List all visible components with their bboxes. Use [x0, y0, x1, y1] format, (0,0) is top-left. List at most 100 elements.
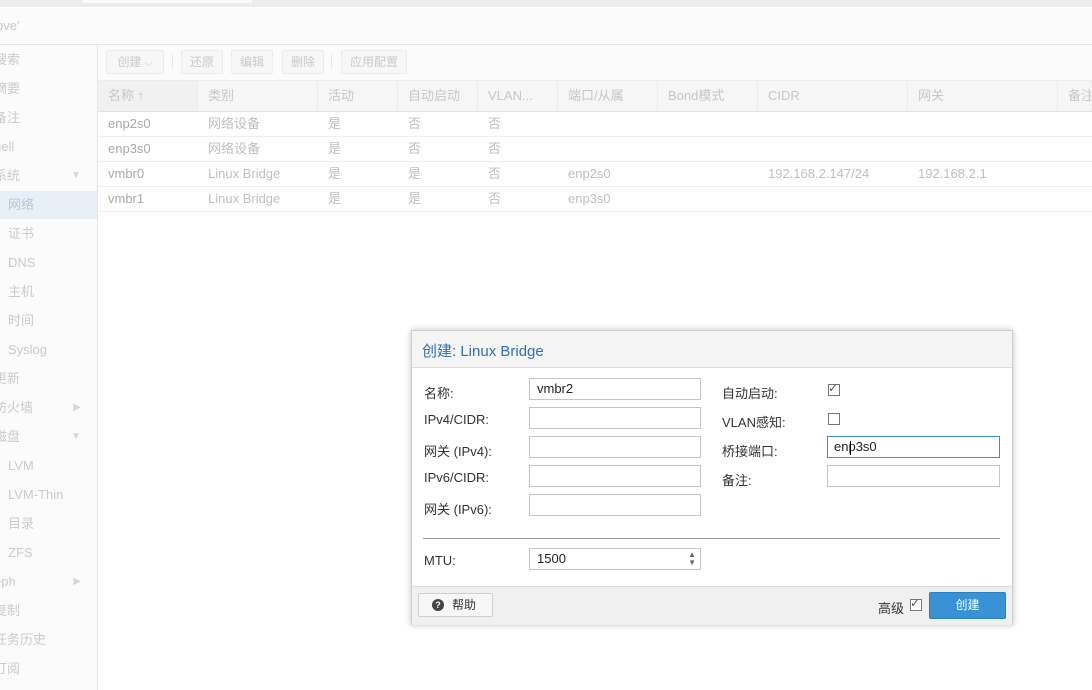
vlan-aware-checkbox[interactable]	[828, 413, 840, 425]
table-cell: 否	[408, 141, 422, 156]
sidebar-item-label: 证书	[8, 226, 35, 241]
sidebar-item-label: eph	[0, 574, 16, 589]
spinner-arrows-icon[interactable]: ▲ ▼	[688, 551, 696, 567]
edit-button[interactable]: 编辑	[231, 50, 273, 74]
table-cell: 是	[408, 166, 422, 181]
table-row[interactable]: enp3s0 网络设备 是 否 否	[98, 136, 1092, 162]
dialog-title-bar[interactable]: 创建: Linux Bridge	[412, 331, 1012, 368]
sidebar-item[interactable]: DNS	[0, 249, 97, 277]
chevron-right-icon[interactable]: ▶	[73, 394, 81, 422]
column-header[interactable]: CIDR	[758, 81, 908, 111]
sidebar-item-label: 订阅	[0, 661, 21, 676]
advanced-checkbox[interactable]: ✓	[910, 596, 922, 611]
sidebar-item-label: 主机	[8, 284, 35, 299]
sidebar-item[interactable]: Syslog	[0, 336, 97, 364]
bridge-ports-label: 桥接端口:	[722, 444, 778, 459]
sidebar-item[interactable]: 证书	[0, 220, 97, 248]
column-header[interactable]: 活动	[318, 81, 398, 111]
table-cell: 是	[328, 166, 342, 181]
table-cell	[1058, 136, 1092, 161]
browser-tab	[82, 0, 252, 3]
gateway-ipv6-label: 网关 (IPv6):	[424, 502, 492, 517]
column-header[interactable]: Bond模式	[658, 81, 758, 111]
table-cell: 否	[408, 116, 422, 131]
sidebar-item[interactable]: 主机	[0, 278, 97, 306]
sidebar-item[interactable]: 时间	[0, 307, 97, 335]
name-label: 名称:	[424, 386, 454, 401]
gateway-ipv4-input[interactable]	[529, 436, 701, 458]
bridge-ports-input[interactable]: enp3s0	[827, 436, 1000, 458]
sidebar-item[interactable]: eph ▶	[0, 568, 97, 596]
column-header[interactable]: 名称 ↑	[98, 81, 198, 111]
delete-button[interactable]: 删除	[282, 50, 324, 74]
table-cell: vmbr0	[108, 166, 145, 181]
column-header[interactable]: 自动启动	[398, 81, 478, 111]
sidebar-item-label: hell	[0, 139, 15, 154]
comment-input[interactable]	[827, 465, 1000, 487]
table-cell	[658, 136, 758, 161]
table-row[interactable]: vmbr0 Linux Bridge 是 是 否 enp2s0 192.168.2.147/…	[98, 161, 1092, 187]
autostart-checkbox[interactable]: ✓	[828, 381, 840, 396]
sidebar-item-label: 任务历史	[0, 632, 47, 647]
table-cell	[558, 111, 658, 136]
table-cell	[1058, 161, 1092, 186]
revert-button[interactable]: 还原	[181, 50, 223, 74]
column-header[interactable]: 备注	[1058, 81, 1092, 111]
advanced-label: 高级	[878, 601, 905, 616]
ipv6-input[interactable]	[529, 465, 701, 487]
column-header[interactable]: 网关	[908, 81, 1058, 111]
table-cell	[758, 186, 908, 211]
table-row[interactable]: enp2s0 网络设备 是 否 否	[98, 111, 1092, 137]
table-cell: 192.168.2.1	[918, 166, 987, 181]
sidebar-item-label: 目录	[8, 516, 35, 531]
sidebar-item[interactable]: 搜索	[0, 46, 97, 74]
sidebar-item-label: 摘要	[0, 81, 21, 96]
sidebar-item-label: 网络	[8, 197, 35, 212]
table-cell	[758, 111, 908, 136]
sidebar-item[interactable]: 系统 ▼	[0, 162, 97, 190]
table-row[interactable]: vmbr1 Linux Bridge 是 是 否 enp3s0	[98, 186, 1092, 212]
sidebar-item[interactable]: LVM-Thin	[0, 481, 97, 509]
apply-config-button[interactable]: 应用配置	[341, 50, 407, 74]
mtu-input[interactable]: 1500 ▲ ▼	[529, 548, 701, 570]
table-cell: 否	[488, 116, 502, 131]
sidebar-item[interactable]: 磁盘 ▼	[0, 423, 97, 451]
sidebar-item-label: 防火墙	[0, 400, 34, 415]
sidebar-item[interactable]: LVM	[0, 452, 97, 480]
column-header[interactable]: VLAN...	[478, 81, 558, 111]
toolbar-separator	[172, 54, 173, 69]
sidebar-item[interactable]: 更新	[0, 365, 97, 393]
sidebar-item[interactable]: ZFS	[0, 539, 97, 567]
autostart-label: 自动启动:	[722, 386, 778, 401]
table-cell: enp3s0	[568, 191, 611, 206]
table-cell: 否	[488, 166, 502, 181]
name-input[interactable]: vmbr2	[529, 378, 701, 400]
sidebar-item[interactable]: 复制	[0, 597, 97, 625]
help-button-label: 帮助	[452, 598, 477, 612]
chevron-down-icon[interactable]: ▼	[71, 162, 81, 190]
create-button[interactable]: 创建 ⌵	[106, 50, 164, 74]
sidebar-item-label: LVM-Thin	[8, 487, 64, 502]
sidebar-item[interactable]: 摘要	[0, 75, 97, 103]
sidebar-item[interactable]: 网络	[0, 191, 97, 219]
sidebar-item[interactable]: 目录	[0, 510, 97, 538]
sidebar-item[interactable]: 备注	[0, 104, 97, 132]
sidebar-item[interactable]: 订阅	[0, 655, 97, 683]
sidebar-item-label: 系统	[0, 168, 21, 183]
question-circle-icon: ?	[432, 599, 444, 611]
chevron-down-icon[interactable]: ▼	[71, 423, 81, 451]
sidebar-item[interactable]: 任务历史	[0, 626, 97, 654]
ipv4-input[interactable]	[529, 407, 701, 429]
help-button[interactable]: ? 帮助	[418, 593, 493, 617]
column-header[interactable]: 类别	[198, 81, 318, 111]
dialog-create-button[interactable]: 创建	[929, 592, 1006, 619]
gateway-ipv6-input[interactable]	[529, 494, 701, 516]
chevron-right-icon[interactable]: ▶	[73, 568, 81, 596]
breadcrumb: pve'	[0, 8, 1092, 45]
sidebar-item[interactable]: hell	[0, 133, 97, 161]
column-header[interactable]: 端口/从属	[558, 81, 658, 111]
table-cell: vmbr1	[108, 191, 145, 206]
table-cell: Linux Bridge	[208, 166, 281, 181]
text-caret	[850, 441, 851, 455]
sidebar-item[interactable]: 防火墙 ▶	[0, 394, 97, 422]
